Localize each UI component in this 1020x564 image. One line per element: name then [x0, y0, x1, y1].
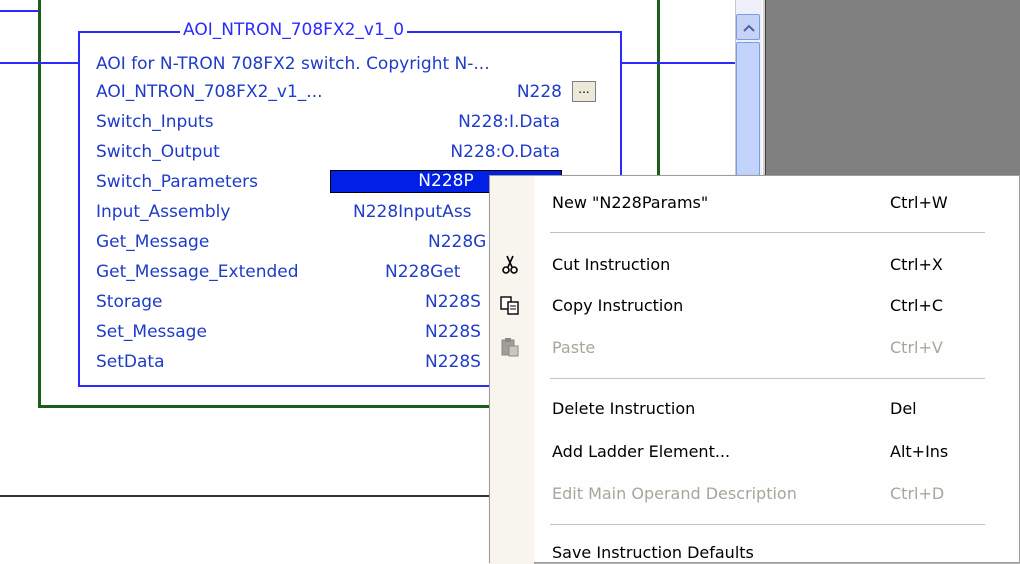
menu-item-paste[interactable]: Paste Ctrl+V: [490, 333, 1020, 363]
menu-item-cut-shortcut: Ctrl+X: [890, 255, 943, 274]
param-name-set-message: Set_Message: [96, 322, 207, 342]
paste-icon: [501, 338, 519, 357]
param-value-set-message[interactable]: N228S: [425, 322, 481, 342]
param-value-input-assembly[interactable]: N228InputAss: [353, 202, 472, 222]
param-name-storage: Storage: [96, 292, 163, 312]
menu-item-paste-shortcut: Ctrl+V: [890, 338, 943, 357]
scroll-up-button[interactable]: [736, 14, 760, 40]
param-value-setdata[interactable]: N228S: [425, 352, 481, 372]
menu-item-edit-description[interactable]: Edit Main Operand Description Ctrl+D: [490, 479, 1020, 509]
chevron-up-icon: [743, 24, 755, 32]
menu-item-edit-description-label: Edit Main Operand Description: [552, 484, 797, 503]
param-name-switch-inputs: Switch_Inputs: [96, 112, 214, 132]
menu-item-delete[interactable]: Delete Instruction Del: [490, 394, 1020, 424]
menu-item-add-ladder-element-label: Add Ladder Element...: [552, 442, 731, 461]
param-name-get-message-extended: Get_Message_Extended: [96, 262, 299, 282]
param-value-get-message[interactable]: N228G: [428, 232, 486, 252]
menu-item-copy-shortcut: Ctrl+C: [890, 296, 944, 315]
rung-wire-left: [0, 62, 78, 64]
menu-item-save-defaults-label: Save Instruction Defaults: [552, 543, 754, 562]
scissors-icon: [502, 255, 518, 274]
menu-item-copy[interactable]: Copy Instruction Ctrl+C: [490, 291, 1020, 321]
next-rung-line: [0, 495, 490, 497]
menu-item-new-tag-label: New "N228Params": [552, 193, 709, 212]
aoi-instance-value: N228: [516, 82, 562, 102]
menu-item-delete-label: Delete Instruction: [552, 399, 696, 418]
param-name-setdata: SetData: [96, 352, 165, 372]
param-name-get-message: Get_Message: [96, 232, 210, 252]
aoi-description: AOI for N-TRON 708FX2 switch. Copyright …: [96, 54, 490, 74]
param-value-switch-output[interactable]: N228:O.Data: [380, 142, 560, 162]
menu-item-add-ladder-element[interactable]: Add Ladder Element... Alt+Ins: [490, 437, 1020, 467]
param-name-switch-parameters: Switch_Parameters: [96, 172, 259, 192]
menu-item-edit-description-shortcut: Ctrl+D: [890, 484, 945, 503]
param-name-switch-output: Switch_Output: [96, 142, 220, 162]
copy-icon: [500, 296, 519, 315]
menu-item-paste-label: Paste: [552, 338, 596, 357]
rung-top-line: [0, 10, 38, 12]
menu-item-copy-label: Copy Instruction: [552, 296, 684, 315]
param-value-storage[interactable]: N228S: [425, 292, 481, 312]
menu-item-add-ladder-element-shortcut: Alt+Ins: [890, 442, 949, 461]
param-name-input-assembly: Input_Assembly: [96, 202, 231, 222]
param-value-get-message-extended[interactable]: N228Get: [385, 262, 460, 282]
rung-wire-right: [620, 62, 735, 64]
aoi-title: AOI_NTRON_708FX2_v1_0: [180, 20, 408, 40]
menu-separator: [550, 524, 985, 525]
menu-separator: [550, 378, 985, 379]
menu-item-new-tag-shortcut: Ctrl+W: [890, 193, 948, 212]
menu-item-cut-label: Cut Instruction: [552, 255, 671, 274]
aoi-instance-name: AOI_NTRON_708FX2_v1_...: [96, 82, 323, 102]
menu-item-cut[interactable]: Cut Instruction Ctrl+X: [490, 250, 1020, 280]
instance-properties-button[interactable]: ...: [572, 81, 596, 102]
menu-item-delete-shortcut: Del: [890, 399, 917, 418]
param-value-switch-inputs[interactable]: N228:I.Data: [380, 112, 560, 132]
menu-item-save-defaults[interactable]: Save Instruction Defaults: [490, 538, 1020, 563]
menu-item-new-tag[interactable]: New "N228Params" Ctrl+W: [490, 188, 1020, 218]
menu-separator: [550, 232, 985, 233]
